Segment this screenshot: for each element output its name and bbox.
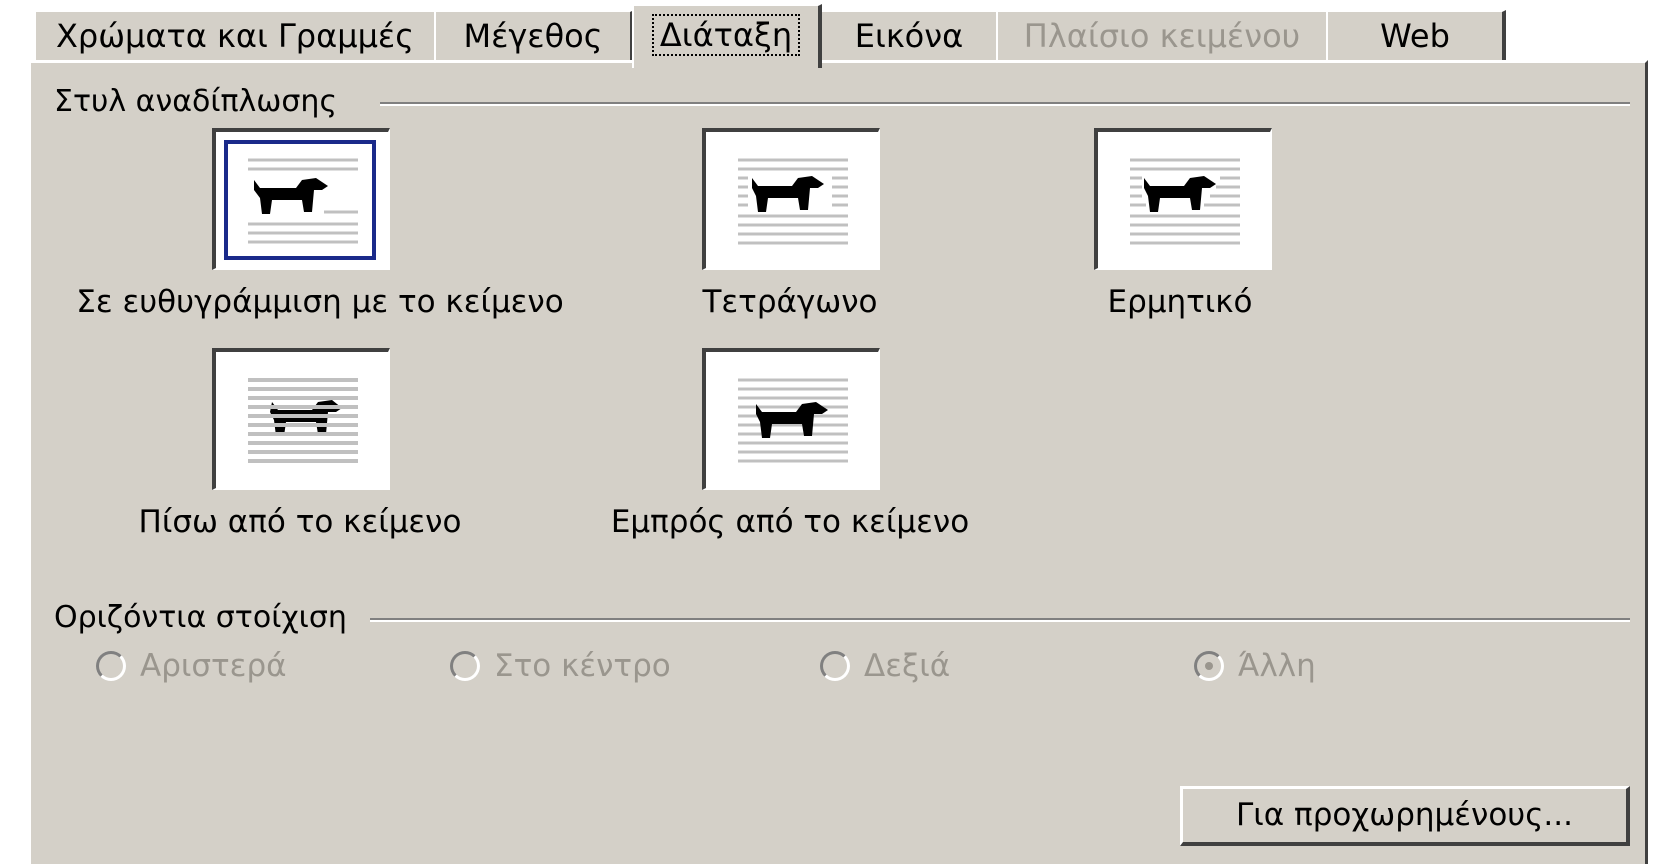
radio-circle	[96, 651, 126, 681]
radio-circle	[820, 651, 850, 681]
align-center-radio: Στο κέντρο	[450, 648, 671, 684]
align-left-radio: Αριστερά	[96, 648, 287, 684]
alignment-group-title: Οριζόντια στοίχιση	[54, 600, 361, 635]
wrapping-group-title: Στυλ αναδίπλωσης	[54, 84, 352, 119]
align-right-radio: Δεξιά	[820, 648, 950, 684]
advanced-button[interactable]: Για προχωρημένους...	[1180, 786, 1630, 846]
wrap-inline-label: Σε ευθυγράμμιση με το κείμενο	[76, 284, 564, 320]
alignment-group-line	[370, 618, 1630, 622]
wrap-tight-label: Ερμητικό	[1107, 284, 1253, 320]
wrap-inline-button[interactable]	[212, 128, 390, 270]
tight-wrap-icon	[1130, 158, 1240, 245]
in-front-of-text-icon	[738, 378, 848, 463]
align-other-radio: Άλλη	[1194, 648, 1316, 684]
inline-with-text-icon	[248, 158, 358, 244]
wrap-behind-button[interactable]	[212, 348, 390, 490]
square-wrap-icon	[738, 158, 848, 245]
wrap-front-label: Εμπρός από το κείμενο	[610, 504, 970, 540]
wrapping-group-line	[380, 102, 1630, 106]
radio-circle	[450, 651, 480, 681]
radio-circle-checked	[1194, 651, 1224, 681]
wrap-square-button[interactable]	[702, 128, 880, 270]
wrap-square-label: Τετράγωνο	[702, 284, 878, 320]
behind-text-icon	[248, 378, 358, 463]
wrap-front-button[interactable]	[702, 348, 880, 490]
wrap-tight-button[interactable]	[1094, 128, 1272, 270]
wrap-behind-label: Πίσω από το κείμενο	[138, 504, 462, 540]
